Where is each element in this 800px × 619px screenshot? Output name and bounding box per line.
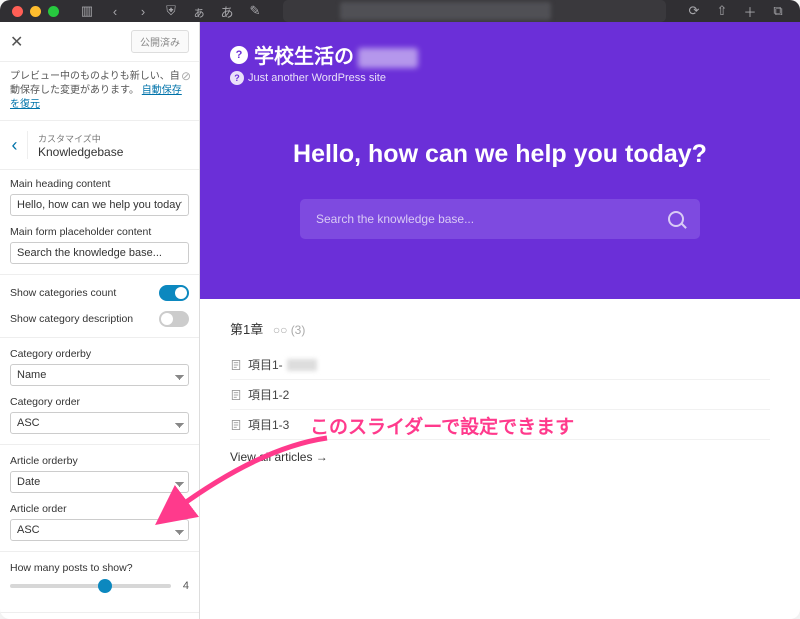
main-heading-input[interactable] [10,194,189,216]
posts-count-label: How many posts to show? [10,562,189,574]
breadcrumb-title: Knowledgebase [38,145,123,159]
lang-indicator-2: あ [217,2,237,21]
cat-orderby-select[interactable]: Name [10,364,189,386]
customizer-sidebar: ✕ 公開済み プレビュー中のものよりも新しい、自動保存した変更があります。 自動… [0,22,200,619]
publish-status-button[interactable]: 公開済み [131,30,189,53]
search-icon [668,211,684,227]
maximize-window-button[interactable] [48,6,59,17]
show-cat-count-toggle[interactable] [159,285,189,301]
site-logo-icon: ? [230,46,248,64]
kb-search-input[interactable]: Search the knowledge base... [300,199,700,239]
art-order-select[interactable]: ASC [10,519,189,541]
window-titlebar: ▥ ‹ › ⛨ ぁ あ ✎ ⟳ ⇧ ＋ ⧉ [0,0,800,22]
category-title: 第1章 [230,322,263,337]
hero-heading: Hello, how can we help you today? [230,140,770,169]
article-link[interactable]: 項目1-3 [230,410,770,440]
article-link[interactable]: 項目1- [230,350,770,380]
shield-icon[interactable]: ⛨ [161,3,181,19]
site-title: 学校生活の [254,40,418,69]
autosave-notice: プレビュー中のものよりも新しい、自動保存した変更があります。 自動保存を復元 ⊘ [0,62,199,121]
show-cat-desc-label: Show category description [10,313,133,325]
art-orderby-label: Article orderby [10,455,189,467]
posts-count-value: 4 [179,580,189,592]
breadcrumb-context: カスタマイズ中 [38,132,123,145]
address-bar[interactable] [283,0,666,22]
sidebar-toggle-icon[interactable]: ▥ [77,3,97,19]
posts-count-slider[interactable] [10,584,171,588]
lang-indicator: ぁ [189,2,209,21]
main-placeholder-label: Main form placeholder content [10,226,189,238]
blurred-text [287,359,317,371]
minimize-window-button[interactable] [30,6,41,17]
close-window-button[interactable] [12,6,23,17]
back-button[interactable]: ‹ [10,131,28,159]
article-title: 項目1-2 [248,386,289,403]
show-cat-desc-toggle[interactable] [159,311,189,327]
art-order-label: Article order [10,503,189,515]
share-icon[interactable]: ⇧ [712,3,732,19]
tagline-icon: ? [230,71,244,85]
article-link[interactable]: 項目1-2 [230,380,770,410]
cat-order-label: Category order [10,396,189,408]
show-cat-count-label: Show categories count [10,287,116,299]
hero-section: ? 学校生活の ? Just another WordPress site He… [200,22,800,299]
add-tab-icon[interactable]: ＋ [740,2,760,21]
compose-icon[interactable]: ✎ [245,3,265,19]
dismiss-notice-icon[interactable]: ⊘ [181,68,191,85]
blurred-text [358,48,418,68]
article-title: 項目1-3 [248,416,289,433]
art-orderby-select[interactable]: Date [10,471,189,493]
chevron-left-icon[interactable]: ‹ [105,4,125,19]
close-customizer-icon[interactable]: ✕ [10,32,23,52]
main-placeholder-input[interactable] [10,242,189,264]
view-all-link[interactable]: View all articles → [230,450,770,464]
tabs-icon[interactable]: ⧉ [768,3,788,19]
category-count: ○○ (3) [273,323,306,337]
main-heading-label: Main heading content [10,178,189,190]
cat-orderby-label: Category orderby [10,348,189,360]
site-preview: ? 学校生活の ? Just another WordPress site He… [200,22,800,619]
article-title: 項目1- [248,356,283,373]
reload-icon[interactable]: ⟳ [684,3,704,19]
search-placeholder: Search the knowledge base... [316,212,474,226]
chevron-right-icon[interactable]: › [133,4,153,19]
site-tagline: Just another WordPress site [248,72,386,84]
cat-order-select[interactable]: ASC [10,412,189,434]
